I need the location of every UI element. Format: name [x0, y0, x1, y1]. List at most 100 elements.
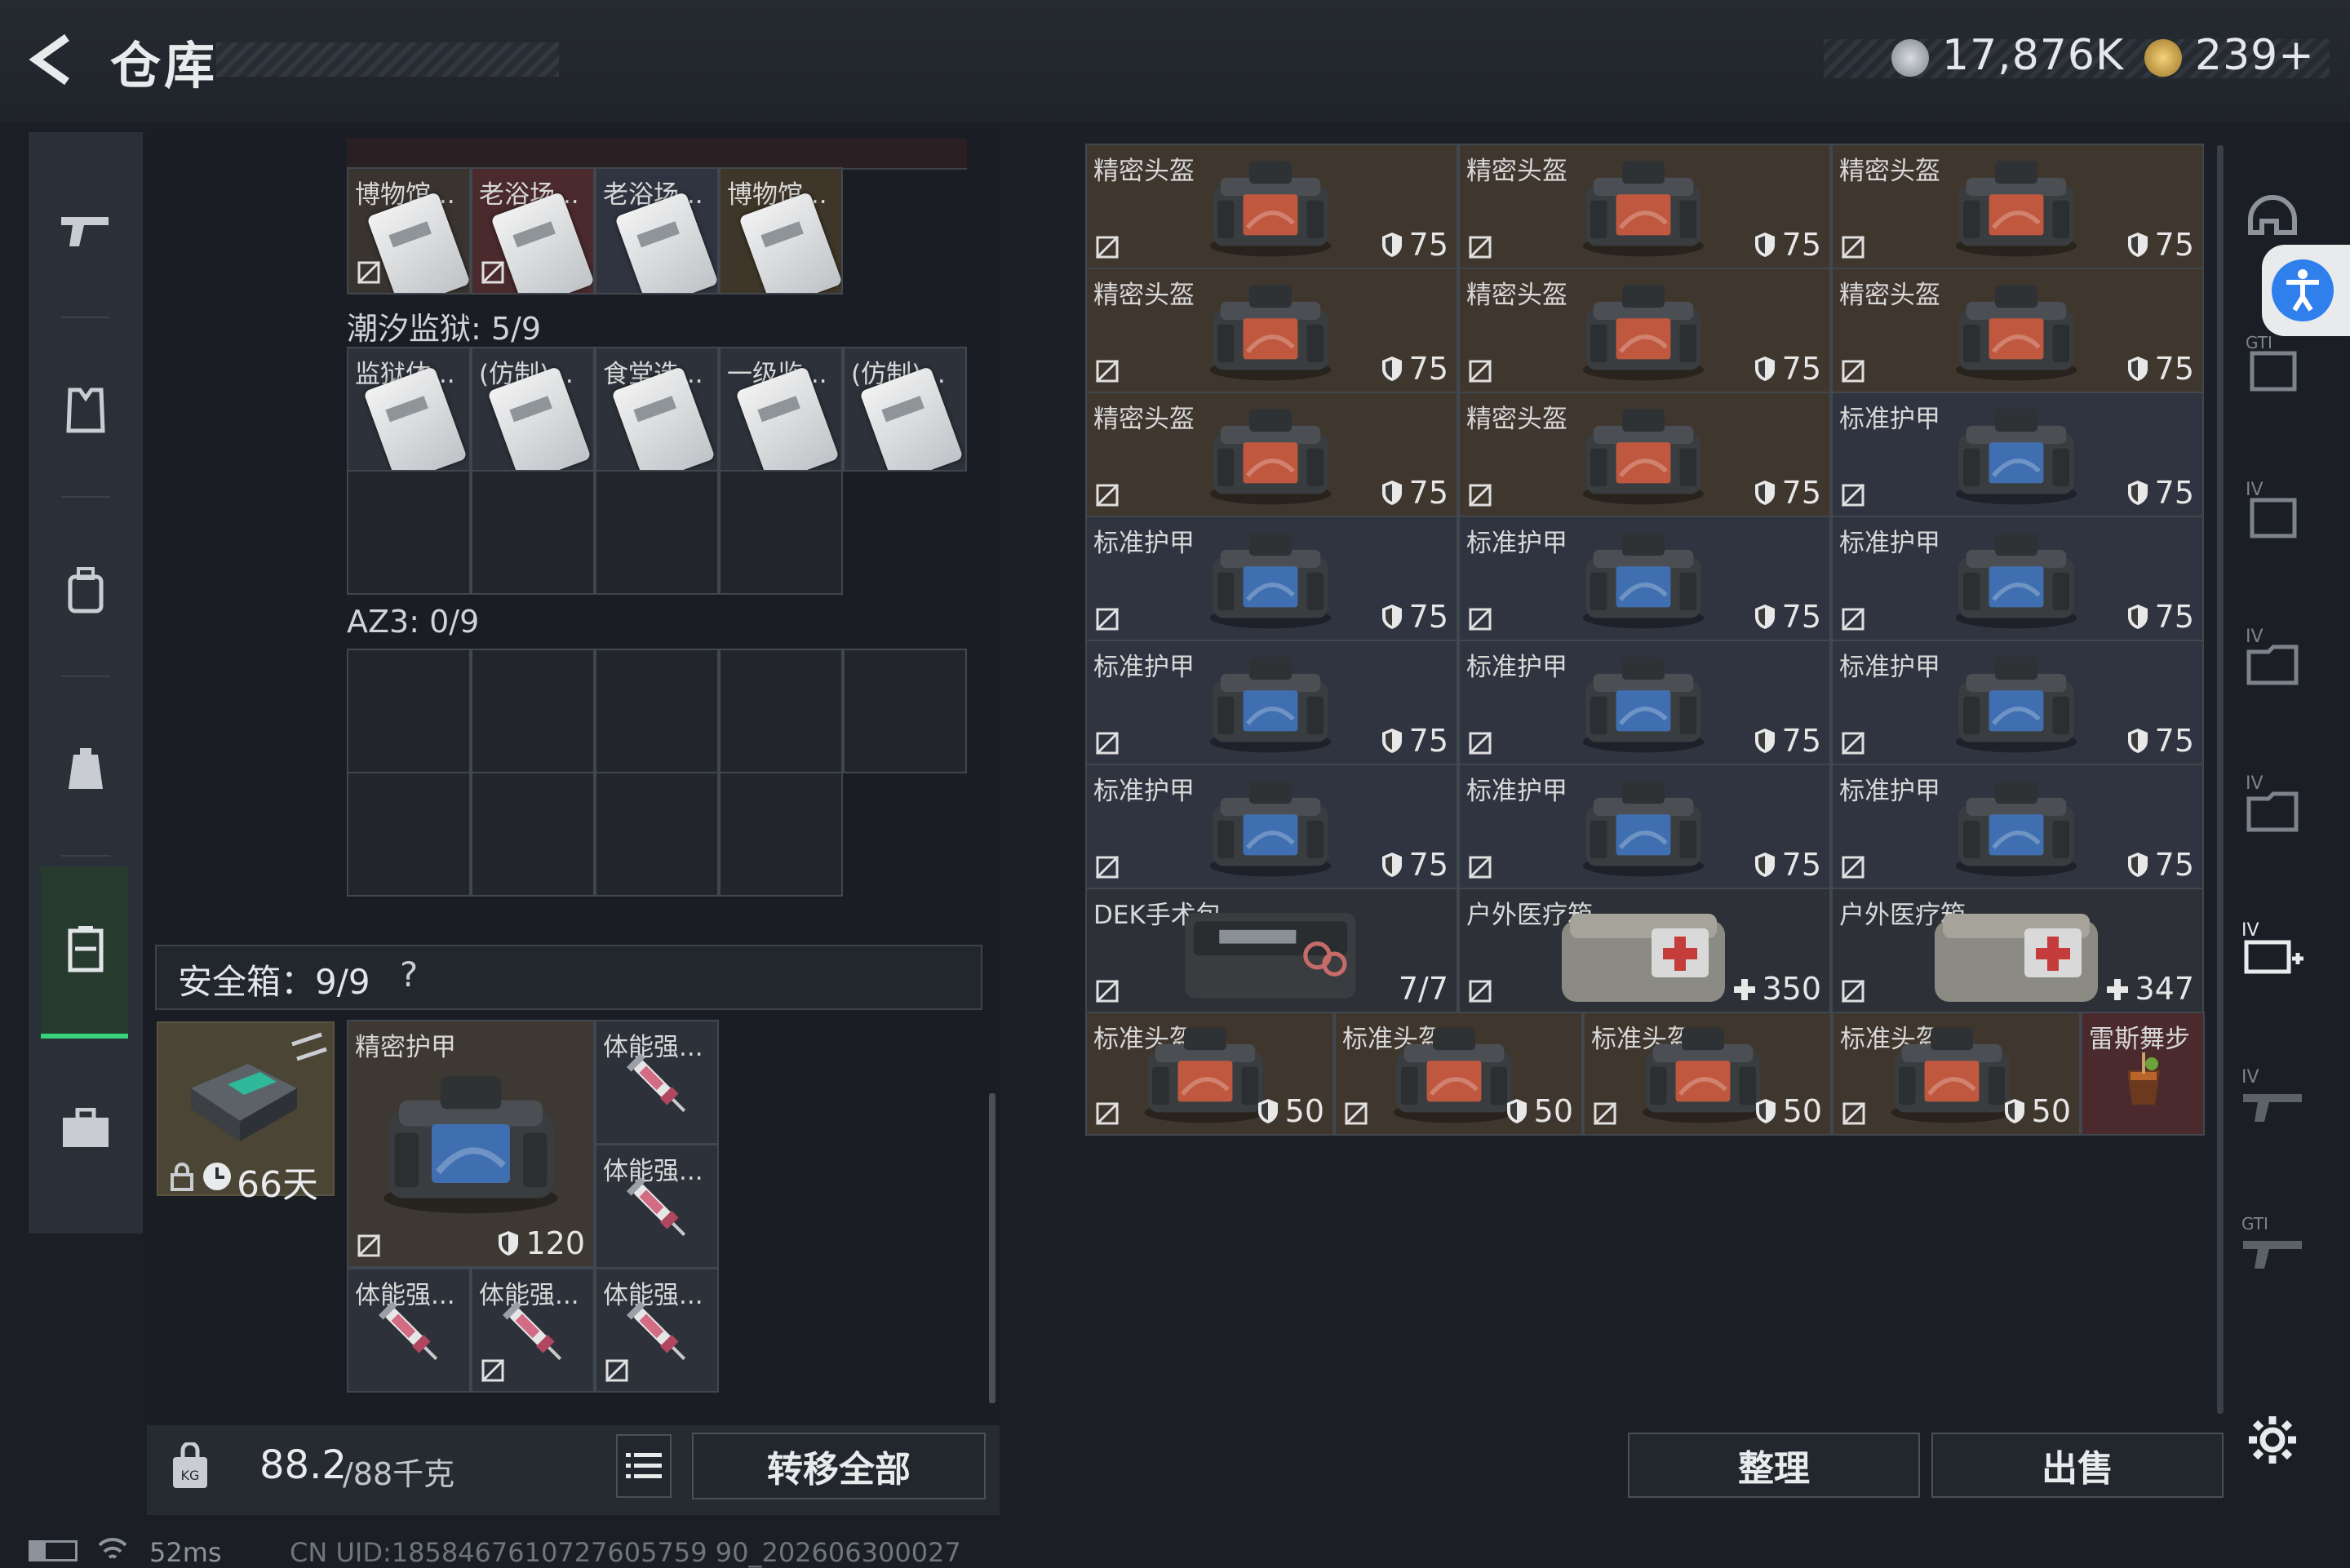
empty-slot[interactable]: [471, 772, 595, 897]
empty-slot[interactable]: [595, 470, 719, 595]
armor-item[interactable]: 标准护甲 75: [1085, 516, 1458, 641]
empty-slot[interactable]: [595, 772, 719, 897]
sell-button[interactable]: 出售: [1931, 1433, 2224, 1498]
safe-box-container[interactable]: 66天: [157, 1021, 335, 1206]
empty-slot[interactable]: [719, 649, 843, 773]
item-name: 精密头盔: [1466, 281, 1567, 310]
keycard-cell[interactable]: (仿制)...: [843, 347, 967, 472]
stim-item[interactable]: 体能强...: [595, 1020, 719, 1145]
partial-row: [347, 139, 967, 170]
no-insure-icon: [1841, 359, 1865, 383]
durability-value: 75: [2126, 847, 2194, 883]
helmet-item[interactable]: 精密头盔 75: [1085, 268, 1458, 393]
armor-item[interactable]: 标准护甲 75: [1085, 640, 1458, 765]
transfer-all-button[interactable]: 转移全部: [692, 1433, 986, 1499]
empty-slot[interactable]: [347, 470, 471, 595]
stim-item[interactable]: 体能强...: [347, 1268, 471, 1393]
armor-item[interactable]: 标准护甲 75: [1458, 764, 1831, 889]
helmet-item[interactable]: 精密头盔 75: [1831, 144, 2204, 269]
precision-armor-item[interactable]: 精密护甲 120: [347, 1020, 595, 1268]
helmet-item[interactable]: 精密头盔 75: [1085, 144, 1458, 269]
stim-item[interactable]: 体能强...: [595, 1144, 719, 1269]
helmet-item[interactable]: 精密头盔 75: [1085, 392, 1458, 517]
empty-slot[interactable]: [843, 649, 967, 773]
helmet-item[interactable]: 精密头盔 75: [1831, 268, 2204, 393]
nav-container[interactable]: [29, 861, 143, 1036]
back-arrow-icon[interactable]: [24, 31, 82, 88]
durability-value: 75: [2126, 475, 2194, 511]
standard-helmet-item[interactable]: 标准头盔 50: [1832, 1012, 2081, 1136]
armor-item[interactable]: 标准护甲 75: [1831, 764, 2204, 889]
cocktail-item[interactable]: 雷斯舞步: [2081, 1012, 2205, 1136]
category-rig-iv-tab[interactable]: IV: [2228, 751, 2317, 857]
keycard-cell[interactable]: 老浴场...: [595, 167, 719, 295]
currency-gold[interactable]: 239+: [2195, 31, 2315, 80]
category-weapon-iv-tab[interactable]: IV: [2228, 1044, 2317, 1150]
empty-slot[interactable]: [595, 649, 719, 773]
medkit-icon: [1935, 914, 2098, 1002]
surgery-kit-item[interactable]: DEK手术包 7/7: [1085, 888, 1458, 1013]
nav-weapon[interactable]: [29, 143, 143, 318]
list-icon: [626, 1453, 662, 1478]
helmet-item-icon: [1144, 1027, 1266, 1123]
medkit-item[interactable]: 户外医疗箱 347: [1831, 888, 2204, 1013]
empty-slot[interactable]: [471, 649, 595, 773]
armor-item-icon: [1209, 533, 1332, 629]
list-view-button[interactable]: [616, 1434, 672, 1498]
no-insure-icon: [481, 260, 505, 285]
sort-button[interactable]: 整理: [1628, 1433, 1920, 1498]
category-tier-iv-tab[interactable]: IV: [2228, 457, 2317, 563]
helmet-item[interactable]: 精密头盔 75: [1458, 144, 1831, 269]
durability-value: 75: [2126, 351, 2194, 387]
right-scrollbar[interactable]: [2217, 145, 2224, 1414]
left-scrollbar[interactable]: [989, 1093, 995, 1403]
item-name: 精密护甲: [355, 1033, 456, 1062]
nav-armor[interactable]: [29, 322, 143, 498]
keycard-cell[interactable]: 老浴场...: [471, 167, 595, 295]
keycard-cell[interactable]: (仿制)...: [471, 347, 595, 472]
keycard-cell[interactable]: 博物馆...: [719, 167, 843, 295]
durability-value: 75: [2126, 227, 2194, 263]
helmet-item[interactable]: 精密头盔 75: [1458, 268, 1831, 393]
safe-box-help-icon[interactable]: ?: [400, 955, 418, 994]
armor-item[interactable]: 标准护甲 75: [1458, 640, 1831, 765]
durability-value: 75: [1753, 351, 1821, 387]
stim-item[interactable]: 体能强...: [595, 1268, 719, 1393]
category-backpack-iv-tab[interactable]: IV: [2228, 604, 2317, 710]
armor-item[interactable]: 标准护甲 75: [1085, 764, 1458, 889]
gold-coin-icon: [2144, 39, 2182, 77]
nav-briefcase[interactable]: [29, 1040, 143, 1216]
keycard-cell[interactable]: 博物馆...: [347, 167, 471, 295]
helmet-item[interactable]: 精密头盔 75: [1458, 392, 1831, 517]
no-insure-icon: [357, 260, 381, 285]
armor-item[interactable]: 标准护甲 75: [1831, 392, 2204, 517]
nav-chest-rig[interactable]: [29, 681, 143, 857]
keycard-cell[interactable]: 监狱体...: [347, 347, 471, 472]
armor-item[interactable]: 标准护甲 75: [1831, 516, 2204, 641]
empty-slot[interactable]: [471, 470, 595, 595]
no-insure-icon: [481, 1358, 505, 1383]
medkit-item[interactable]: 户外医疗箱 350: [1458, 888, 1831, 1013]
armor-item[interactable]: 标准护甲 75: [1458, 516, 1831, 641]
keycard-cell[interactable]: 食堂选...: [595, 347, 719, 472]
standard-helmet-item[interactable]: 标准头盔 50: [1085, 1012, 1334, 1136]
no-insure-icon: [605, 1358, 629, 1383]
empty-slot[interactable]: [347, 772, 471, 897]
category-medical-tab[interactable]: IV: [2228, 897, 2317, 1003]
empty-slot[interactable]: [719, 772, 843, 897]
standard-helmet-item[interactable]: 标准头盔 50: [1334, 1012, 1583, 1136]
category-tier-gti-tab[interactable]: GTI: [2228, 310, 2317, 416]
nav-backpack[interactable]: [29, 502, 143, 677]
keycard-cell[interactable]: 一级监...: [719, 347, 843, 472]
heal-value: 350: [1732, 971, 1821, 1007]
standard-helmet-item[interactable]: 标准头盔 50: [1583, 1012, 1832, 1136]
backpack-icon: [68, 566, 104, 613]
gear-icon: [2249, 1416, 2296, 1464]
empty-slot[interactable]: [347, 649, 471, 773]
empty-slot[interactable]: [719, 470, 843, 595]
durability-value: 75: [1380, 351, 1448, 387]
category-gti-weapon-tab[interactable]: GTI: [2228, 1191, 2317, 1297]
stim-item[interactable]: 体能强...: [471, 1268, 595, 1393]
armor-item[interactable]: 标准护甲 75: [1831, 640, 2204, 765]
settings-button[interactable]: [2228, 1387, 2317, 1493]
